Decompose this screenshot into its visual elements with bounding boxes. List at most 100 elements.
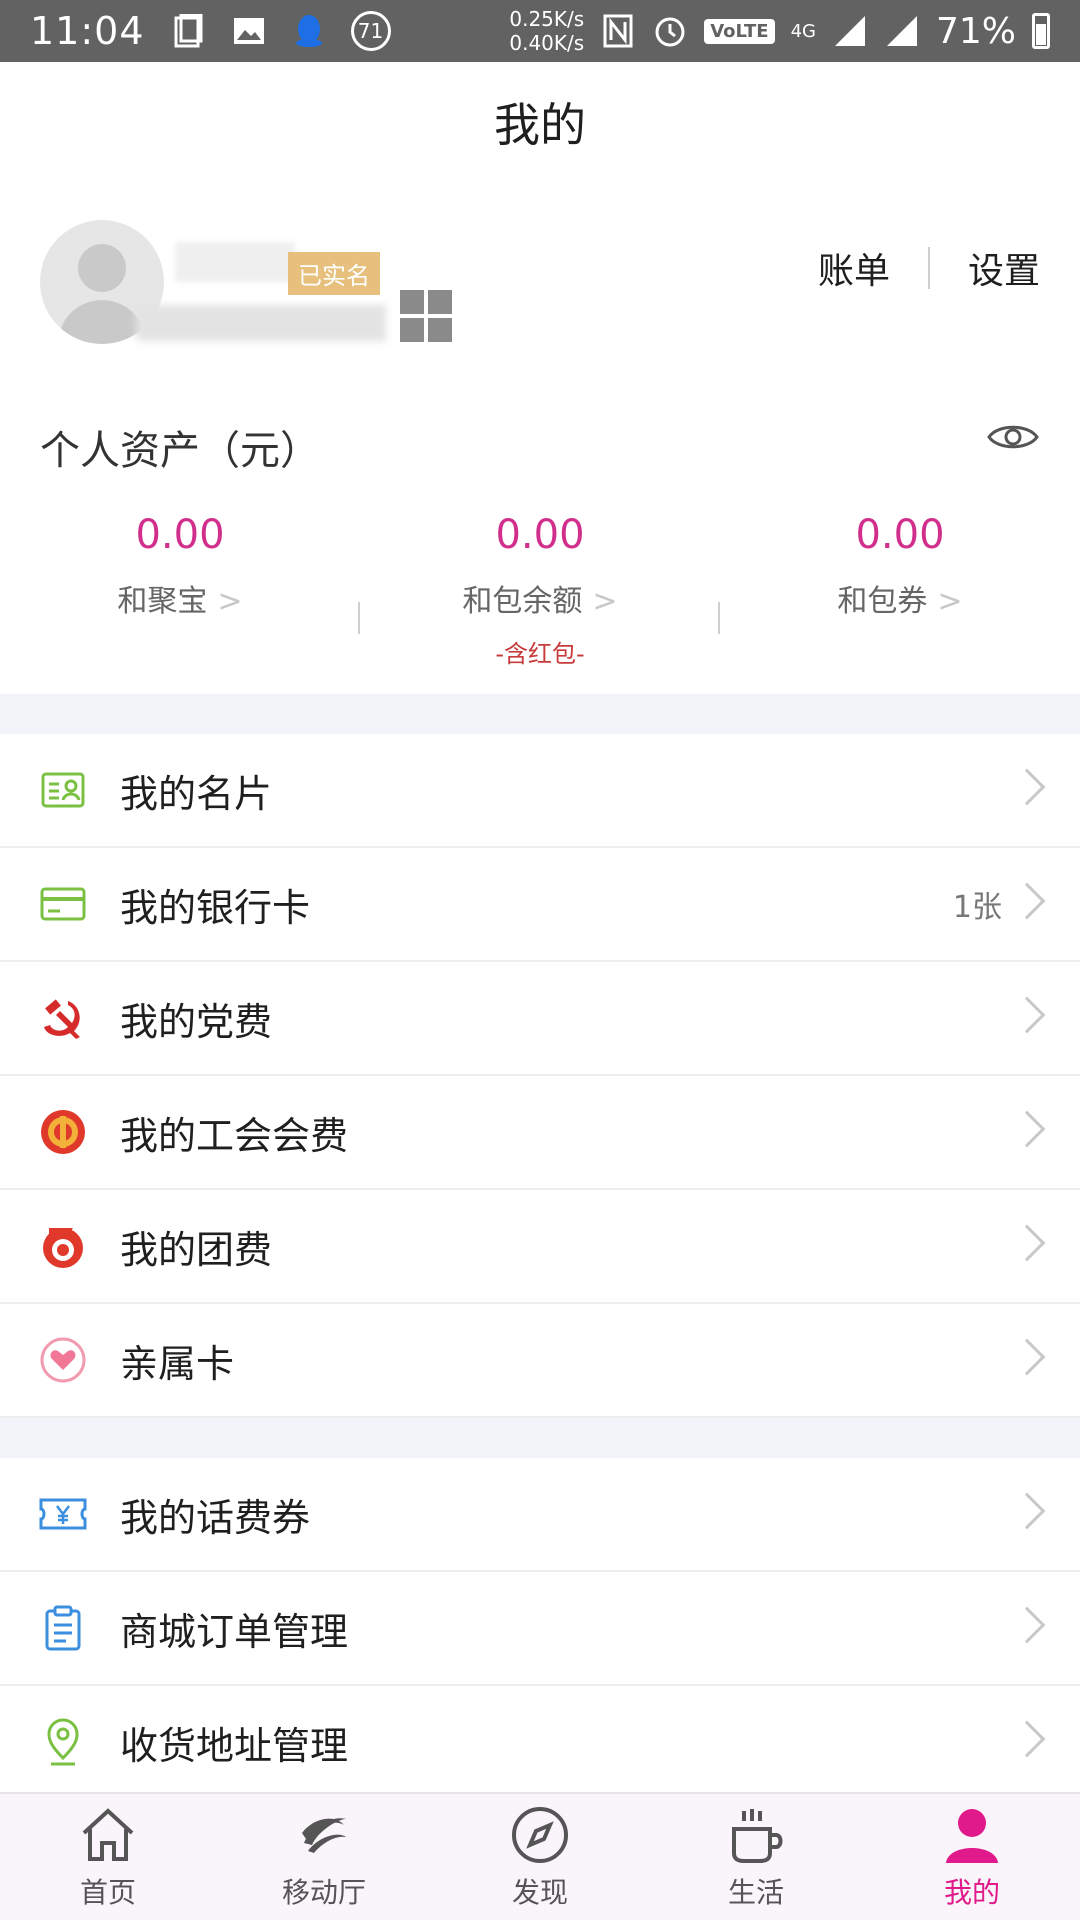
chevron-right-icon — [1008, 882, 1046, 920]
asset-value: 0.00 — [135, 512, 225, 558]
tab-label: 生活 — [727, 1876, 784, 1909]
page-title: 我的 — [494, 98, 586, 152]
chevron-right-icon: > — [592, 584, 618, 619]
signal-icon — [832, 13, 868, 49]
list-item-phone-voucher[interactable]: 我的话费券 — [0, 1458, 1080, 1572]
profile-actions: 账单 设置 — [818, 242, 1040, 294]
tab-life[interactable]: 生活 — [648, 1794, 864, 1920]
compass-icon — [508, 1803, 572, 1867]
asset-hebao-coupon[interactable]: 0.00 和包券 > — [720, 512, 1080, 672]
tab-label: 我的 — [943, 1876, 1000, 1909]
bank-card-icon — [38, 879, 88, 929]
asset-hejubao[interactable]: 0.00 和聚宝 > — [0, 512, 360, 672]
chevron-right-icon — [1008, 996, 1046, 1034]
tab-label: 移动厅 — [281, 1876, 366, 1909]
menu-list-2: 我的话费券 商城订单管理 收货地址管理 — [0, 1458, 1080, 1800]
eye-icon[interactable] — [986, 420, 1040, 454]
qr-code-icon[interactable] — [400, 290, 452, 342]
phone-number-redacted — [136, 305, 386, 341]
chevron-right-icon: > — [937, 584, 963, 619]
asset-value: 0.00 — [495, 512, 585, 558]
battery-percent: 71% — [935, 10, 1016, 52]
chevron-right-icon — [1008, 1110, 1046, 1148]
list-item-label: 亲属卡 — [120, 1341, 235, 1386]
asset-hebao-balance[interactable]: 0.00 和包余额 > -含红包- — [360, 512, 720, 672]
tab-mine[interactable]: 我的 — [864, 1794, 1080, 1920]
heart-icon — [38, 1335, 88, 1385]
chevron-right-icon — [1008, 1720, 1046, 1758]
volte-badge: VoLTE — [704, 18, 775, 44]
list-item-label: 我的工会会费 — [120, 1113, 349, 1158]
asset-value: 0.00 — [855, 512, 945, 558]
list-item-union-fee[interactable]: 我的工会会费 — [0, 1076, 1080, 1190]
chevron-right-icon — [1008, 1606, 1046, 1644]
league-icon — [38, 1221, 88, 1271]
list-item-bank-card[interactable]: 我的银行卡 1张 — [0, 848, 1080, 962]
asset-label: 和包券 > — [837, 584, 963, 619]
list-item-label: 我的话费券 — [120, 1495, 311, 1540]
speed-up: 0.25K/s — [509, 7, 585, 31]
chevron-right-icon — [1008, 1224, 1046, 1262]
list-item-label: 我的党费 — [120, 999, 273, 1044]
tab-label: 发现 — [511, 1876, 568, 1909]
list-item-label: 我的团费 — [120, 1227, 273, 1272]
card-icon — [38, 765, 88, 815]
nfc-icon — [600, 13, 636, 49]
asset-note: -含红包- — [495, 640, 585, 668]
voucher-icon — [38, 1489, 88, 1539]
page-header: 我的 — [0, 62, 1080, 182]
list-item-label: 收货地址管理 — [120, 1723, 349, 1768]
list-item-family-card[interactable]: 亲属卡 — [0, 1304, 1080, 1418]
assets-title: 个人资产（元） — [40, 428, 320, 474]
location-icon — [38, 1717, 88, 1767]
notification-count-badge: 71 — [350, 11, 391, 51]
list-item-mall-orders[interactable]: 商城订单管理 — [0, 1572, 1080, 1686]
tab-mobile-hall[interactable]: 移动厅 — [216, 1794, 432, 1920]
verified-badge: 已实名 — [288, 252, 380, 295]
battery-icon — [1032, 13, 1050, 49]
user-icon — [940, 1803, 1004, 1867]
profile-section: 已实名 账单 设置 — [40, 210, 1040, 360]
action-divider — [927, 247, 930, 289]
user-name-redacted — [175, 242, 295, 282]
chevron-right-icon — [1008, 768, 1046, 806]
section-gap — [0, 1418, 1080, 1458]
list-item-label: 我的名片 — [120, 771, 273, 816]
network-speed: 0.25K/s 0.40K/s — [509, 7, 584, 55]
bottom-tab-bar: 首页 移动厅 发现 生活 我的 — [0, 1792, 1080, 1920]
chevron-right-icon — [1008, 1492, 1046, 1530]
speed-down: 0.40K/s — [509, 31, 585, 55]
tab-label: 首页 — [79, 1876, 136, 1909]
chevron-right-icon: > — [217, 584, 243, 619]
list-item-label: 我的银行卡 — [120, 885, 311, 930]
signal-icon-2 — [884, 13, 920, 49]
clipboard-icon — [38, 1603, 88, 1653]
status-time: 11:04 — [30, 9, 145, 53]
settings-button[interactable]: 设置 — [968, 242, 1040, 294]
alarm-icon — [652, 13, 688, 49]
bank-card-count: 1张 — [952, 890, 1002, 925]
asset-label: 和聚宝 > — [117, 584, 243, 619]
list-item-address[interactable]: 收货地址管理 — [0, 1686, 1080, 1800]
chevron-right-icon — [1008, 1338, 1046, 1376]
section-gap — [0, 694, 1080, 734]
tab-home[interactable]: 首页 — [0, 1794, 216, 1920]
tab-discover[interactable]: 发现 — [432, 1794, 648, 1920]
list-item-business-card[interactable]: 我的名片 — [0, 734, 1080, 848]
china-mobile-icon — [292, 1803, 356, 1867]
menu-list-1: 我的名片 我的银行卡 1张 我的党费 我的工会会费 我的团费 亲属卡 — [0, 734, 1080, 1418]
image-icon — [231, 13, 267, 49]
list-item-party-fee[interactable]: 我的党费 — [0, 962, 1080, 1076]
cup-icon — [724, 1803, 788, 1867]
home-icon — [76, 1803, 140, 1867]
qq-icon — [291, 13, 327, 49]
asset-label: 和包余额 > — [462, 584, 618, 619]
bill-button[interactable]: 账单 — [818, 242, 890, 294]
list-item-label: 商城订单管理 — [120, 1609, 349, 1654]
assets-row: 0.00 和聚宝 > 0.00 和包余额 > -含红包- 0.00 和包券 > — [0, 512, 1080, 672]
list-item-league-fee[interactable]: 我的团费 — [0, 1190, 1080, 1304]
status-bar: 11:04 71 0.25K/s 0.40K/s VoLTE 4G 71% — [0, 0, 1080, 62]
network-type: 4G — [790, 20, 816, 42]
document-icon — [171, 13, 207, 49]
union-icon — [38, 1107, 88, 1157]
